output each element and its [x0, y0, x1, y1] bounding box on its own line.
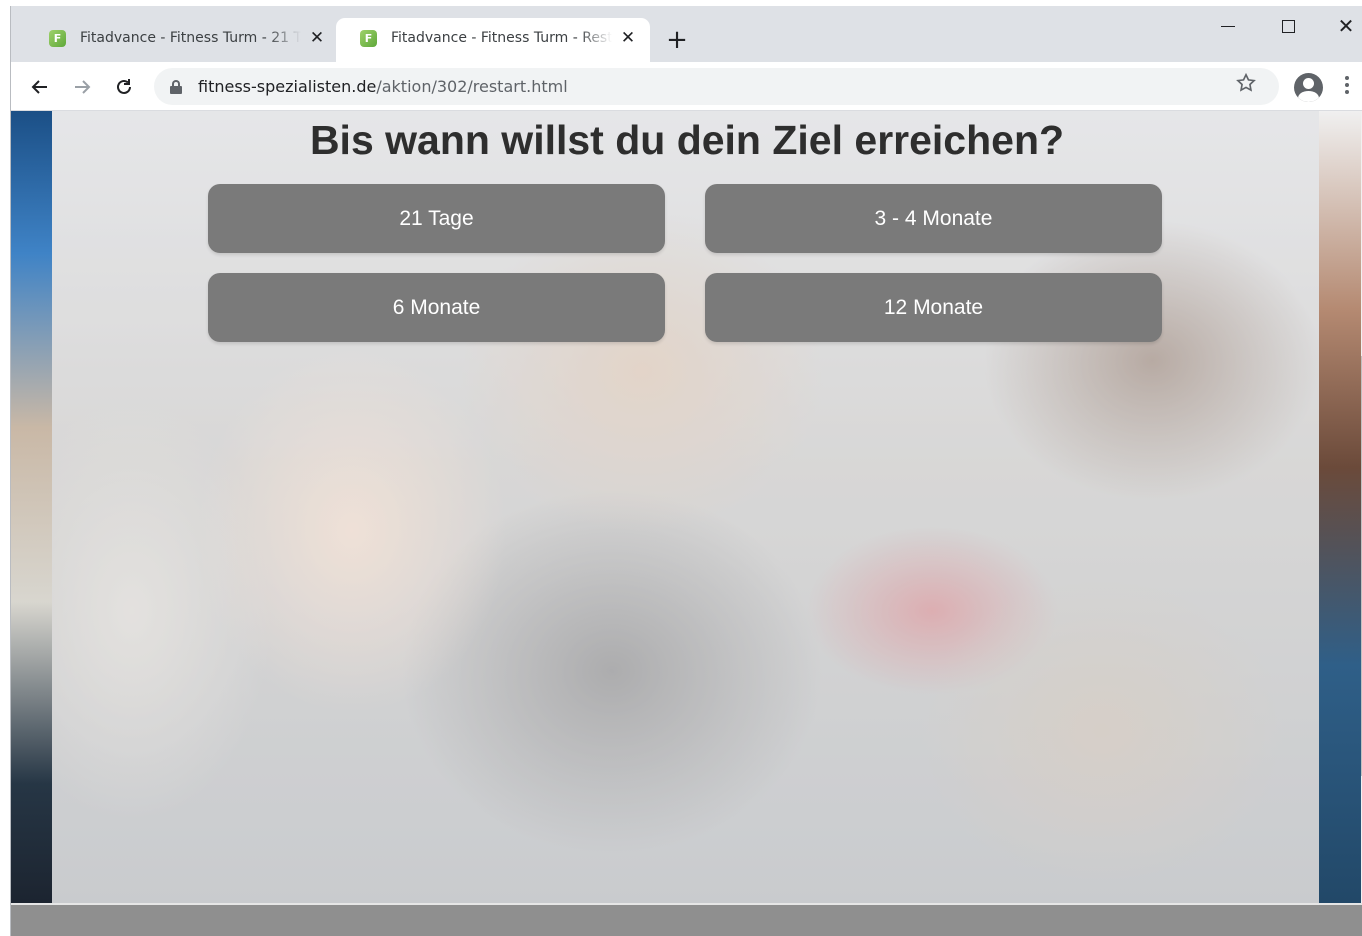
page-viewport: Bis wann willst du dein Ziel erreichen? … [11, 111, 1362, 936]
close-icon: ✕ [1337, 14, 1355, 38]
url-text[interactable]: fitness-spezialisten.de/aktion/302/resta… [198, 77, 568, 96]
option-3-4-monate-button[interactable]: 3 - 4 Monate [705, 184, 1162, 253]
question-heading: Bis wann willst du dein Ziel erreichen? [309, 117, 1065, 163]
minimize-button[interactable] [1198, 6, 1258, 46]
option-6-monate-button[interactable]: 6 Monate [208, 273, 665, 342]
background-edge-left [11, 111, 52, 903]
maximize-icon [1281, 19, 1295, 33]
reload-icon [117, 79, 131, 94]
background-edge-right [1319, 111, 1362, 903]
option-12-monate-button[interactable]: 12 Monate [705, 273, 1162, 342]
fitadvance-favicon-icon: F [49, 29, 66, 47]
url-host: fitness-spezialisten.de [198, 77, 377, 96]
maximize-button[interactable] [1258, 6, 1318, 46]
window-close-button[interactable]: ✕ [1316, 6, 1362, 46]
browser-window: F Fitadvance - Fitness Turm - 21 Ta ✕ F … [10, 6, 1362, 936]
reload-button[interactable] [108, 71, 140, 103]
star-icon[interactable] [1235, 72, 1257, 94]
tab-fitness-turm-21-tage[interactable]: F Fitadvance - Fitness Turm - 21 Ta ✕ [25, 18, 339, 62]
close-icon[interactable]: ✕ [307, 28, 327, 48]
forward-button[interactable] [66, 71, 98, 103]
arrow-right-icon [75, 80, 91, 94]
footer-bar [11, 903, 1362, 936]
arrow-left-icon [31, 80, 47, 94]
tab-strip: F Fitadvance - Fitness Turm - 21 Ta ✕ F … [11, 6, 1362, 62]
fitadvance-favicon-icon: F [360, 29, 377, 47]
option-21-tage-button[interactable]: 21 Tage [208, 184, 665, 253]
kebab-menu-icon[interactable] [1344, 76, 1350, 94]
back-button[interactable] [24, 71, 56, 103]
address-bar[interactable]: fitness-spezialisten.de/aktion/302/resta… [154, 68, 1279, 105]
new-tab-button[interactable]: + [663, 25, 691, 55]
close-icon[interactable]: ✕ [618, 28, 638, 48]
browser-toolbar: fitness-spezialisten.de/aktion/302/resta… [11, 62, 1362, 111]
tab-fitness-turm-restart[interactable]: F Fitadvance - Fitness Turm - Resta ✕ [336, 18, 650, 62]
tab-title: Fitadvance - Fitness Turm - Resta [391, 30, 612, 46]
tab-title: Fitadvance - Fitness Turm - 21 Ta [80, 30, 301, 46]
lock-icon[interactable] [170, 79, 182, 94]
url-path: /aktion/302/restart.html [376, 77, 568, 96]
account-icon[interactable] [1294, 73, 1323, 102]
minimize-icon [1221, 25, 1235, 27]
